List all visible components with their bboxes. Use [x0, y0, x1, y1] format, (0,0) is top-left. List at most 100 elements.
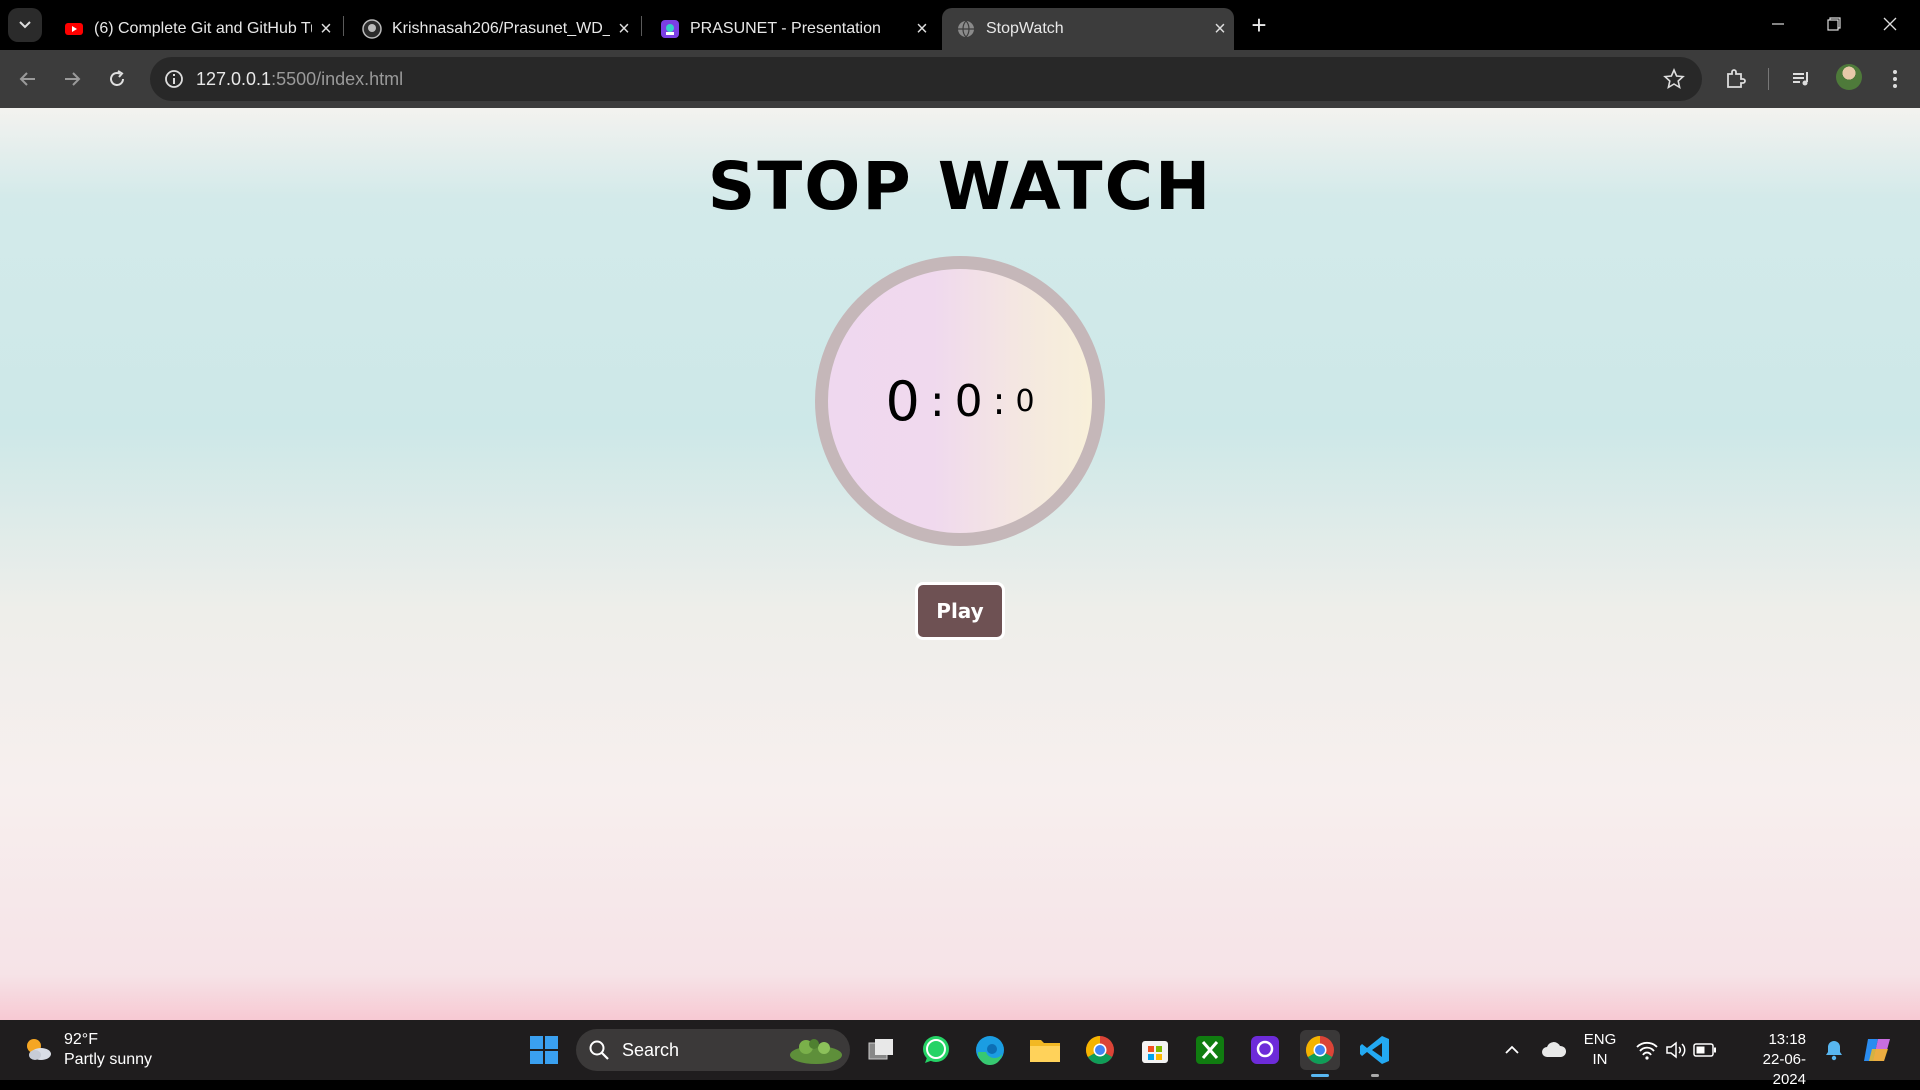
close-window-button[interactable] — [1862, 8, 1918, 40]
search-icon — [589, 1040, 609, 1060]
more-vertical-icon — [1893, 70, 1897, 88]
close-icon[interactable]: × — [610, 18, 638, 41]
play-button[interactable]: Play — [915, 582, 1005, 640]
chevron-up-icon — [1505, 1045, 1519, 1054]
toolbar-divider — [1768, 68, 1769, 90]
chrome-icon — [1086, 1036, 1114, 1064]
store-icon — [1142, 1041, 1168, 1063]
clock-time: 13:18 — [1768, 1031, 1806, 1048]
tab-search-button[interactable] — [8, 8, 42, 42]
page-title: STOP WATCH — [707, 148, 1213, 225]
tab-strip: (6) Complete Git and GitHub Tu × Krishna… — [0, 0, 1920, 50]
address-bar[interactable]: 127.0.0.1:5500/index.html — [150, 57, 1702, 101]
arrow-right-icon — [65, 72, 81, 86]
tab-youtube[interactable]: (6) Complete Git and GitHub Tu × — [50, 8, 340, 50]
task-view-button[interactable] — [862, 1030, 902, 1070]
taskbar-search[interactable]: Search — [576, 1029, 850, 1071]
language-line: ENG — [1583, 1031, 1617, 1048]
timer-separator: : — [929, 375, 945, 427]
media-controls-button[interactable] — [1787, 64, 1817, 94]
tab-label: (6) Complete Git and GitHub Tu — [94, 20, 312, 37]
vscode-icon — [1360, 1036, 1389, 1064]
volume-icon — [1666, 1041, 1686, 1059]
reload-button[interactable] — [99, 61, 135, 97]
weather-widget[interactable]: 92°F Partly sunny — [22, 1030, 152, 1070]
notifications-button[interactable] — [1815, 1030, 1853, 1070]
canva-icon — [661, 20, 679, 38]
taskbar-whatsapp[interactable] — [916, 1030, 956, 1070]
close-icon[interactable]: × — [1206, 18, 1234, 41]
stopwatch-dial: 0 : 0 : 0 — [815, 256, 1105, 546]
tab-label: StopWatch — [986, 20, 1064, 37]
search-highlight-icon — [790, 1039, 842, 1064]
globe-icon — [958, 20, 974, 38]
clock-date: 22-06-2024 — [1762, 1051, 1806, 1088]
taskbar-app-purple[interactable] — [1245, 1030, 1285, 1070]
weather-temp: 92°F — [64, 1031, 98, 1048]
chrome-menu-button[interactable] — [1880, 64, 1910, 94]
timer-seconds: 0 — [1015, 383, 1035, 419]
onedrive-button[interactable] — [1534, 1030, 1574, 1070]
clock[interactable]: 13:18 22-06-2024 — [1736, 1030, 1806, 1090]
chrome-icon — [1306, 1036, 1334, 1064]
forward-button[interactable] — [54, 61, 90, 97]
taskbar-xbox[interactable] — [1190, 1030, 1230, 1070]
puzzle-icon — [1727, 69, 1746, 88]
back-button[interactable] — [10, 61, 46, 97]
copilot-icon — [1864, 1039, 1890, 1061]
tab-github[interactable]: Krishnasah206/Prasunet_WD_0: × — [348, 8, 638, 50]
copilot-button[interactable] — [1858, 1030, 1898, 1070]
taskbar: 92°F Partly sunny Search ENG IN 13:18 22… — [0, 1020, 1920, 1088]
search-label: Search — [622, 1040, 680, 1060]
start-button[interactable] — [524, 1030, 564, 1070]
close-icon[interactable]: × — [312, 18, 340, 41]
windows-icon — [530, 1036, 558, 1064]
show-hidden-icons-button[interactable] — [1492, 1030, 1532, 1070]
site-info-button[interactable] — [160, 65, 188, 93]
xbox-icon — [1196, 1036, 1224, 1064]
quick-settings-button[interactable] — [1628, 1030, 1724, 1070]
close-icon[interactable]: × — [908, 18, 936, 41]
restore-icon — [1827, 17, 1841, 31]
open-app-indicator — [1371, 1074, 1379, 1077]
star-icon — [1663, 68, 1685, 90]
tab-label: PRASUNET - Presentation — [690, 20, 881, 37]
tab-label: Krishnasah206/Prasunet_WD_0: — [392, 20, 610, 37]
timer-hours: 0 — [885, 369, 920, 433]
wifi-icon — [1636, 1041, 1658, 1060]
minimize-button[interactable] — [1750, 8, 1806, 40]
tab-canva[interactable]: PRASUNET - Presentation × — [646, 8, 936, 50]
stopwatch-page: STOP WATCH 0 : 0 : 0 Play — [0, 108, 1920, 1020]
extensions-button[interactable] — [1720, 64, 1750, 94]
restore-button[interactable] — [1806, 8, 1862, 40]
new-tab-button[interactable]: + — [1244, 10, 1274, 40]
region-line: IN — [1592, 1051, 1608, 1068]
taskbar-vscode[interactable] — [1355, 1030, 1395, 1070]
whatsapp-icon — [923, 1036, 949, 1063]
reload-icon — [110, 70, 124, 86]
url-path: :5500/index.html — [271, 69, 404, 89]
assistant-app-icon — [1251, 1036, 1279, 1064]
partly-sunny-icon — [27, 1039, 51, 1060]
taskbar-store[interactable] — [1135, 1030, 1175, 1070]
timer-minutes: 0 — [954, 375, 983, 427]
url-text: 127.0.0.1:5500/index.html — [196, 69, 403, 90]
url-host: 127.0.0.1 — [196, 69, 272, 89]
taskbar-edge[interactable] — [970, 1030, 1010, 1070]
weather-desc: Partly sunny — [64, 1051, 153, 1068]
taskbar-chrome[interactable] — [1080, 1030, 1120, 1070]
taskbar-file-explorer[interactable] — [1025, 1030, 1065, 1070]
minimize-icon — [1772, 23, 1784, 25]
edge-icon — [976, 1036, 1004, 1066]
profile-avatar[interactable] — [1836, 64, 1862, 90]
chevron-down-icon — [19, 21, 31, 29]
bookmark-button[interactable] — [1660, 65, 1688, 93]
task-view-icon — [868, 1039, 893, 1060]
bell-icon — [1826, 1041, 1842, 1061]
media-queue-icon — [1793, 72, 1808, 86]
folder-icon — [1030, 1040, 1060, 1062]
tab-stopwatch[interactable]: StopWatch × — [942, 8, 1234, 50]
active-app-indicator — [1311, 1074, 1329, 1077]
taskbar-chrome-profile[interactable] — [1300, 1030, 1340, 1070]
language-indicator[interactable]: ENG IN — [1574, 1030, 1626, 1070]
